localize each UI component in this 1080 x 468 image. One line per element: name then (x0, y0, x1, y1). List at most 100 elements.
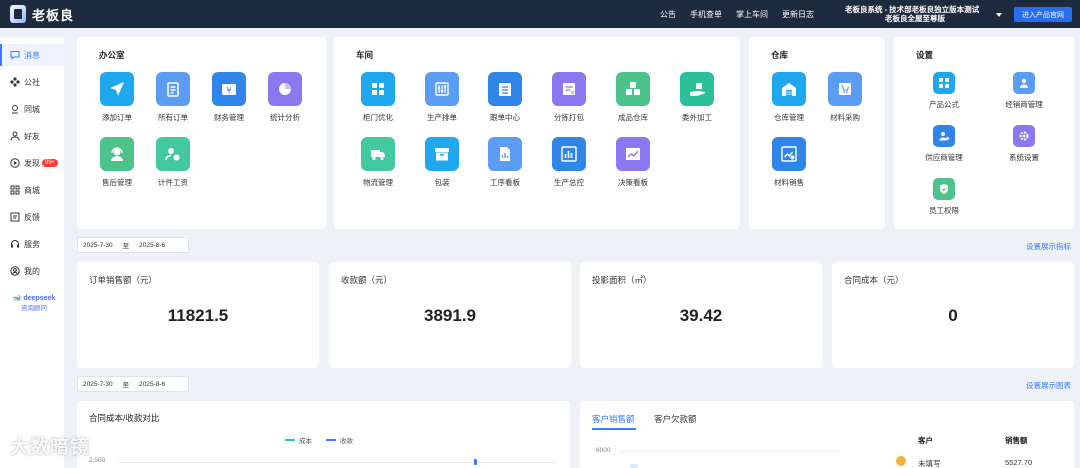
tile-label: 成品仓库 (618, 113, 648, 122)
tile-label: 决策看板 (618, 178, 648, 187)
gear-icon (1013, 125, 1035, 147)
tile-add-order[interactable]: 添加订单 (89, 72, 145, 123)
system-name-line1: 老板良系统 - 技术部老板良独立版本测试 (845, 5, 980, 14)
tile-order-tracking[interactable]: 跟单中心 (477, 72, 533, 123)
sidebar-item-feedback[interactable]: 反馈 (0, 206, 64, 228)
chevron-down-icon[interactable] (996, 13, 1002, 17)
tile-piece-wage[interactable]: 计件工资 (145, 137, 201, 188)
tile-label: 柜门优化 (363, 113, 393, 122)
kpi-value: 0 (948, 306, 958, 325)
support-agent-icon (100, 137, 134, 171)
sidebar-item-messages[interactable]: 消息 (0, 44, 64, 66)
legend-cost[interactable]: 成本 (299, 435, 312, 445)
tile-supplier-management[interactable]: 供应商管理 (914, 125, 974, 163)
nav-announcement[interactable]: 公告 (660, 9, 676, 20)
chart-bar (630, 464, 638, 468)
chart-mark (474, 459, 477, 465)
tile-production-control[interactable]: 生产总控 (541, 137, 597, 188)
archive-box-icon (425, 137, 459, 171)
table-header-sales: 销售额 (1005, 436, 1028, 445)
tile-material-purchase[interactable]: 材料采购 (817, 72, 873, 123)
tile-logistics[interactable]: 物流管理 (350, 137, 406, 188)
kpi-title: 订单销售额（元） (89, 275, 158, 285)
truck-icon (361, 137, 395, 171)
sidebar-item-label: 好友 (24, 131, 40, 141)
tile-label: 生产总控 (554, 178, 584, 187)
tile-production-schedule[interactable]: 生产排单 (414, 72, 470, 123)
sidebar-item-mine[interactable]: 我的 (0, 260, 64, 282)
enter-website-button[interactable]: 进入产品官网 (1014, 7, 1072, 22)
system-switcher[interactable]: 老板良系统 - 技术部老板良独立版本测试 老板良全屋至尊版 (845, 5, 979, 23)
tile-warehouse-management[interactable]: 仓库管理 (761, 72, 817, 123)
tile-dealer-management[interactable]: 经销商管理 (994, 72, 1054, 110)
date-start: 2025-7-30 (83, 380, 113, 388)
tile-label: 计件工资 (158, 178, 188, 187)
tile-all-orders[interactable]: 所有订单 (145, 72, 201, 123)
kpi-value: 39.42 (679, 306, 723, 325)
tile-system-settings[interactable]: 系统设置 (994, 125, 1054, 163)
chart-date-range-picker[interactable]: 2025-7-30 至 2025-8-6 (77, 376, 189, 392)
sidebar-item-label: 我的 (24, 266, 40, 276)
tile-cabinet-door-optimize[interactable]: 柜门优化 (350, 72, 406, 123)
feedback-icon (10, 212, 20, 222)
tile-staff-permissions[interactable]: 员工权限 (914, 178, 974, 216)
workshop-section: 车间 柜门优化 生产排单 跟单中心 分拣打包 成品仓库 委外加工 物流管理 包装… (334, 37, 740, 229)
system-name-line2: 老板良全屋至尊版 (885, 14, 945, 23)
tile-label: 售后管理 (102, 178, 132, 187)
set-charts-link[interactable]: 设置展示图表 (1026, 380, 1071, 391)
svg-text:¥: ¥ (226, 86, 231, 95)
sidebar-item-label: 服务 (24, 239, 40, 249)
date-end: 2025-8-6 (139, 380, 166, 388)
legend-receipt[interactable]: 收款 (340, 435, 353, 445)
play-circle-icon (10, 158, 20, 168)
section-title: 设置 (916, 50, 934, 60)
tab-customer-sales[interactable]: 客户销售额 (592, 413, 635, 425)
nav-mobile-workshop[interactable]: 掌上车间 (736, 9, 768, 20)
contract-cost-vs-receipt-chart: 合同成本/收款对比 成本 收款 2,500 (77, 401, 570, 468)
top-nav: 公告 手机查单 掌上车间 更新日志 (660, 0, 828, 28)
sidebar-item-label: 公社 (24, 77, 40, 87)
section-title: 仓库 (771, 50, 789, 60)
date-range-picker[interactable]: 2025-7-30 至 2025-8-6 (77, 237, 189, 253)
tile-finance[interactable]: ¥ 财务管理 (201, 72, 257, 123)
sidebar-item-service[interactable]: 服务 (0, 233, 64, 255)
chart-legend: 成本 收款 (285, 435, 353, 445)
tile-material-sales[interactable]: 材料销售 (761, 137, 817, 188)
deepseek-consultant[interactable]: 🐋 deepseek 咨询顾问 (8, 294, 60, 312)
supplier-icon (933, 125, 955, 147)
sidebar-item-mall[interactable]: 商城 (0, 179, 64, 201)
tile-outsourcing[interactable]: 委外加工 (669, 72, 725, 123)
tile-packaging[interactable]: 包装 (414, 137, 470, 188)
nav-changelog[interactable]: 更新日志 (782, 9, 814, 20)
sidebar-item-community[interactable]: 公社 (0, 71, 64, 93)
tile-process-board[interactable]: 工序看板 (477, 137, 533, 188)
tile-label: 员工权限 (929, 206, 959, 215)
person-coin-icon (156, 137, 190, 171)
tile-statistics[interactable]: 统计分析 (257, 72, 313, 123)
tile-sorting-packing[interactable]: 分拣打包 (541, 72, 597, 123)
app-name: 老板良 (32, 7, 75, 23)
tile-after-sales[interactable]: 售后管理 (89, 137, 145, 188)
app-logo[interactable]: 老板良 (10, 5, 74, 24)
sidebar: 消息 公社 同城 好友 发现 99+ 商城 反馈 服务 我的 🐋 deepsee… (0, 38, 64, 468)
tile-finished-warehouse[interactable]: 成品仓库 (605, 72, 661, 123)
calendar-list-icon (488, 72, 522, 106)
kpi-card-order-sales: 订单销售额（元） 11821.5 (77, 262, 319, 368)
tile-label: 系统设置 (1009, 153, 1039, 162)
sidebar-item-friends[interactable]: 好友 (0, 125, 64, 147)
tile-decision-board[interactable]: 决策看板 (605, 137, 661, 188)
tile-label: 生产排单 (427, 113, 457, 122)
tile-label: 工序看板 (490, 178, 520, 187)
sales-chart-icon (772, 137, 806, 171)
kpi-value: 11821.5 (167, 306, 229, 325)
sidebar-item-discover[interactable]: 发现 99+ (0, 152, 64, 174)
boxes-icon (616, 72, 650, 106)
tile-label: 财务管理 (214, 113, 244, 122)
tile-label: 统计分析 (270, 113, 300, 122)
nav-mobile-order[interactable]: 手机查单 (690, 9, 722, 20)
tile-product-formula[interactable]: 产品公式 (914, 72, 974, 110)
set-metrics-link[interactable]: 设置展示指标 (1026, 241, 1071, 252)
tab-customer-arrears[interactable]: 客户欠款额 (654, 413, 697, 425)
sidebar-item-nearby[interactable]: 同城 (0, 98, 64, 120)
legend-swatch-cost (285, 439, 295, 441)
